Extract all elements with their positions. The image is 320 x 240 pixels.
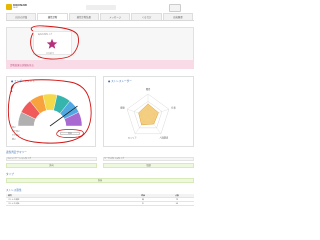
tab-0[interactable]: 自分の評価 (6, 13, 37, 20)
workstyle-type-header: ワークスタイルタイプ (103, 157, 194, 161)
type-section-value: 外向 (6, 178, 194, 183)
table-cell: 55 (175, 203, 179, 205)
result-banner[interactable] (6, 60, 194, 69)
radar-axis-label: キャリア (128, 136, 138, 140)
gauge-value: 判定 (60, 132, 80, 135)
table-row: ストレス対処 中 55 (6, 202, 194, 206)
tab-4[interactable]: ぐるなび (131, 13, 162, 20)
tab-1[interactable]: 適性診断 (37, 13, 68, 20)
table-cell: 高 (142, 199, 144, 201)
logo-subtext: NEXT (13, 7, 19, 9)
table-cell: 72 (175, 199, 179, 201)
radar-axis-label: 職場 (146, 87, 151, 91)
engagement-gauge (17, 93, 83, 132)
table-header-cell: 項目 (8, 195, 12, 197)
stress-radar-chart: 職場仕事人間関係 キャリア 健康 (120, 87, 176, 140)
table-cell: 中 (142, 203, 144, 205)
gauge-label-mid-high: やや高い (12, 131, 21, 133)
user-icon[interactable] (169, 4, 181, 12)
stress-tolerance-table: 項目 評価 点数ストレス耐性 高 72 ストレス対処 中 55 (6, 194, 194, 206)
communication-type-header: コミュニケーションタイプ (6, 157, 97, 161)
star-icon (46, 38, 58, 49)
table-cell: ストレス対処 (8, 203, 20, 205)
stress-title: ● ストレスレーダー (108, 80, 132, 83)
logo (6, 4, 12, 10)
workstyle-type-value: 協調 (103, 163, 194, 168)
type-section-title: タイプ (6, 173, 14, 176)
radar-area (138, 103, 159, 126)
result-banner-text: 診断結果の詳細を見る (10, 64, 34, 67)
tab-2[interactable]: 適性診断結果 (68, 13, 99, 20)
radar-axis-label: 仕事 (171, 106, 176, 110)
radar-axis-label: 健康 (120, 106, 125, 110)
radar-axis-label: 人間関係 (159, 136, 169, 140)
tab-3[interactable]: メッセージ (99, 13, 131, 20)
type-label: あなたのタイプ (38, 34, 53, 36)
tab-bar: 自分の評価 適性診断 適性診断結果 メッセージ ぐるなび 応募履歴 (6, 13, 194, 21)
gauge-label-high: 高い (12, 127, 17, 129)
header-pager[interactable] (86, 5, 116, 10)
type-caption: ひらめき (46, 53, 55, 55)
tab-5[interactable]: 応募履歴 (162, 13, 193, 20)
stress-tolerance-title: ストレス耐性 (6, 189, 22, 192)
table-header-cell: 評価 (141, 195, 145, 197)
gauge-label-low: 低い (12, 139, 17, 141)
engagement-title: ● エンゲージメント (11, 80, 35, 83)
table-header-cell: 点数 (175, 195, 179, 197)
communication-type-value: 外向 (6, 163, 97, 168)
summary-title: 適性判定サマリー (6, 151, 27, 154)
gauge-label-mid-low: やや低い (12, 135, 21, 137)
table-cell: ストレス耐性 (8, 199, 20, 201)
